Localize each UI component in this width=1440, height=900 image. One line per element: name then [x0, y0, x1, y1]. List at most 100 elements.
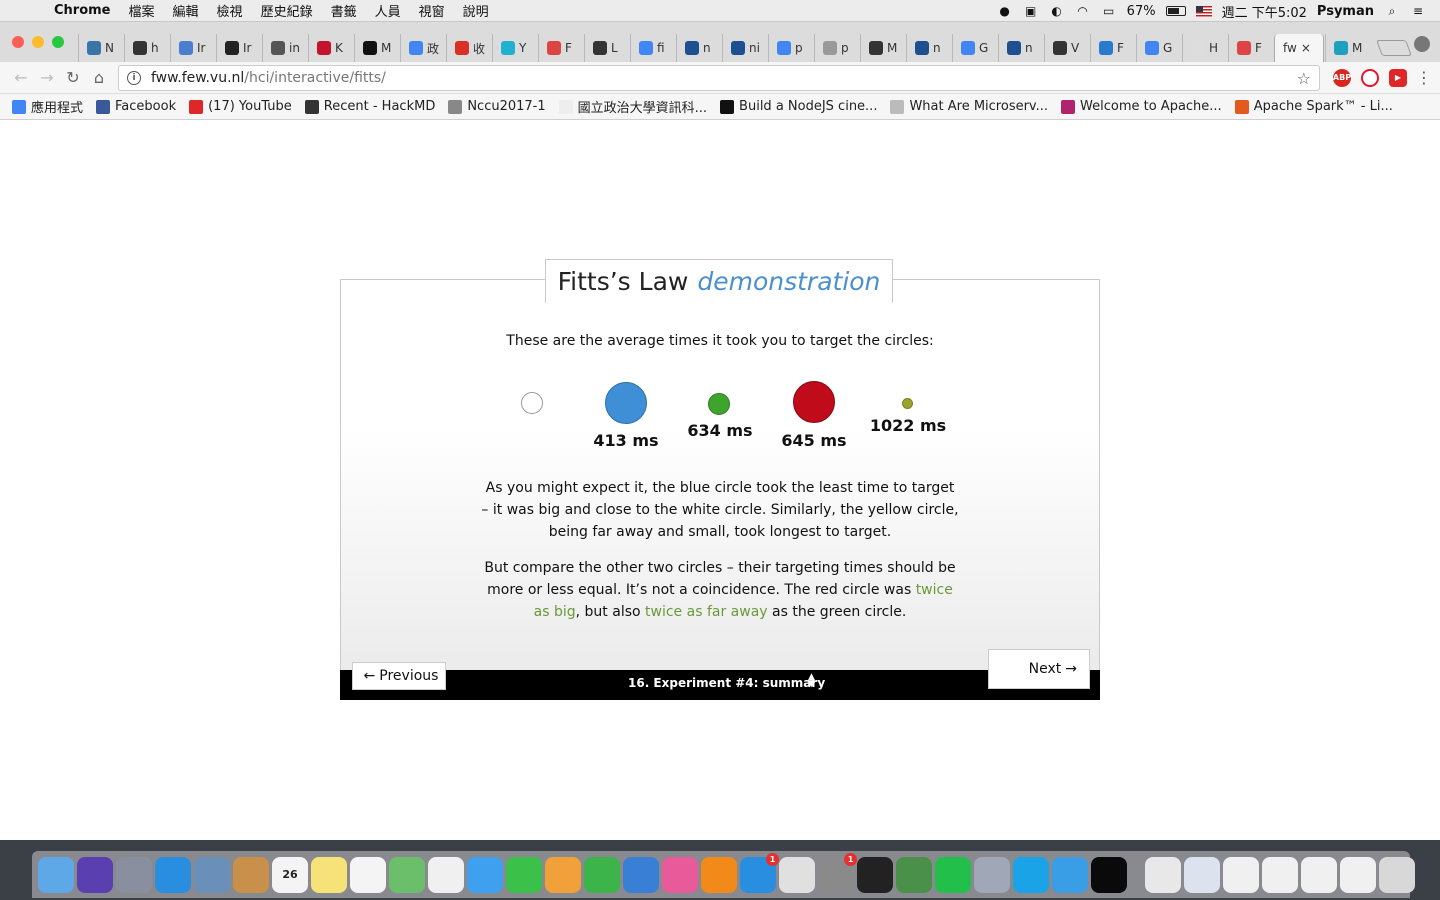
browser-tab[interactable]: h: [124, 34, 169, 62]
safari-icon[interactable]: [155, 856, 191, 893]
bookmark-star-icon[interactable]: ☆: [1297, 69, 1311, 88]
docker-icon[interactable]: [1052, 856, 1088, 893]
fullscreen-window-button[interactable]: [52, 36, 64, 48]
previous-button[interactable]: ← Previous: [352, 662, 446, 690]
browser-tab[interactable]: ni: [722, 34, 767, 62]
browser-tab[interactable]: M: [1325, 34, 1370, 62]
step-selector[interactable]: 16. Experiment #4: summary: [628, 676, 825, 690]
menu-app-name[interactable]: Chrome: [54, 3, 111, 18]
reload-button[interactable]: ↻: [60, 65, 86, 91]
bookmark-item[interactable]: What Are Microserv...: [890, 99, 1048, 114]
menu-file[interactable]: 檔案: [129, 1, 155, 20]
menu-view[interactable]: 檢視: [217, 1, 243, 20]
menu-history[interactable]: 歷史紀錄: [261, 1, 313, 20]
downloads-stack-icon[interactable]: [1184, 856, 1220, 893]
profile-avatar-icon[interactable]: [1414, 36, 1430, 52]
image-capture-icon[interactable]: [974, 856, 1010, 893]
browser-tab[interactable]: L: [584, 34, 629, 62]
address-bar[interactable]: i fww.few.vu.nl/hci/interactive/fitts/ ☆: [118, 64, 1320, 91]
user-name[interactable]: Psyman: [1317, 4, 1374, 19]
step-selector-arrows-icon[interactable]: ▲ ▼: [808, 673, 815, 689]
airplay-icon[interactable]: ▭: [1101, 4, 1117, 18]
calendar-icon[interactable]: 26: [272, 856, 308, 893]
site-info-icon[interactable]: i: [127, 70, 141, 85]
browser-tab[interactable]: n: [676, 34, 721, 62]
menu-bookmarks[interactable]: 書籤: [331, 1, 357, 20]
wifi-icon[interactable]: ◠: [1075, 4, 1091, 18]
adblock-plus-extension-icon[interactable]: ABP: [1333, 68, 1351, 87]
messages-icon[interactable]: [467, 856, 503, 893]
opera-extension-icon[interactable]: [1361, 68, 1379, 87]
android-studio-icon[interactable]: [896, 856, 932, 893]
keynote-icon[interactable]: [623, 856, 659, 893]
bookmark-item[interactable]: (17) YouTube: [189, 99, 292, 114]
line-status-icon[interactable]: ●: [997, 4, 1013, 18]
mail-stamp-icon[interactable]: [194, 856, 230, 893]
window-thumb-icon[interactable]: [1340, 856, 1376, 893]
browser-tab[interactable]: n: [906, 34, 951, 62]
next-button[interactable]: Next →: [988, 649, 1090, 689]
siri-icon[interactable]: [77, 856, 113, 893]
battery-icon[interactable]: [1165, 6, 1186, 16]
browser-tab[interactable]: V: [1044, 34, 1089, 62]
bookmark-item[interactable]: Recent - HackMD: [304, 99, 435, 114]
skype-icon[interactable]: [1013, 856, 1049, 893]
browser-tab[interactable]: fi: [630, 34, 675, 62]
itunes-icon[interactable]: [662, 856, 698, 893]
forward-button[interactable]: →: [34, 65, 60, 91]
bookmark-item[interactable]: Build a NodeJS cine...: [720, 99, 877, 114]
window-thumb-icon[interactable]: [1223, 856, 1259, 893]
minimize-window-button[interactable]: [32, 36, 44, 48]
browser-tab[interactable]: p: [768, 34, 813, 62]
bookmark-item[interactable]: 國立政治大學資訊科...: [558, 97, 707, 116]
ibooks-icon[interactable]: [701, 856, 737, 893]
browser-tab[interactable]: N: [78, 34, 123, 62]
menu-window[interactable]: 視窗: [419, 1, 445, 20]
browser-tab[interactable]: 政: [400, 34, 445, 62]
window-thumb-icon[interactable]: [1301, 856, 1337, 893]
numbers-icon[interactable]: [584, 856, 620, 893]
spotlight-search-icon[interactable]: ⌕: [1384, 4, 1400, 18]
close-window-button[interactable]: [12, 36, 24, 48]
browser-tab[interactable]: F: [1228, 34, 1273, 62]
browser-tab[interactable]: G: [952, 34, 997, 62]
sync-status-icon[interactable]: ◐: [1049, 4, 1065, 18]
browser-tab[interactable]: Y: [492, 34, 537, 62]
photos-icon[interactable]: [428, 856, 464, 893]
maps-icon[interactable]: [389, 856, 425, 893]
browser-tab[interactable]: Ir: [170, 34, 215, 62]
notification-center-icon[interactable]: ≡: [1410, 4, 1426, 18]
documents-icon[interactable]: [1145, 856, 1181, 893]
browser-tab[interactable]: 收: [446, 34, 491, 62]
reminders-icon[interactable]: [350, 856, 386, 893]
trash-icon[interactable]: [1379, 856, 1415, 893]
home-button[interactable]: ⌂: [86, 65, 112, 91]
browser-tab[interactable]: G: [1136, 34, 1181, 62]
browser-tab[interactable]: M: [860, 34, 905, 62]
system-preferences-icon[interactable]: 1: [818, 852, 857, 893]
chrome-icon[interactable]: [779, 856, 815, 893]
launchpad-icon[interactable]: [116, 856, 152, 893]
browser-tab[interactable]: in: [262, 34, 307, 62]
browser-tab[interactable]: Ir: [216, 34, 261, 62]
bookmark-item[interactable]: 應用程式: [12, 97, 83, 116]
input-source-flag-icon[interactable]: [1195, 5, 1212, 17]
cloud-app-icon[interactable]: [1091, 856, 1127, 893]
browser-tab[interactable]: n: [998, 34, 1043, 62]
bookmark-item[interactable]: Welcome to Apache...: [1061, 99, 1222, 114]
finder-icon[interactable]: [38, 856, 74, 893]
new-tab-button[interactable]: [1376, 40, 1412, 56]
notes-icon[interactable]: [311, 856, 347, 893]
browser-tab[interactable]: H: [1182, 34, 1227, 62]
browser-tab[interactable]: p: [814, 34, 859, 62]
contacts-icon[interactable]: [233, 856, 269, 893]
menu-people[interactable]: 人員: [375, 1, 401, 20]
window-thumb-icon[interactable]: [1262, 856, 1298, 893]
line-icon[interactable]: [935, 856, 971, 893]
browser-tab[interactable]: K: [308, 34, 353, 62]
tab-active[interactable]: fw ×: [1274, 34, 1324, 62]
bookmark-item[interactable]: Nccu2017-1: [448, 99, 546, 114]
terminal-icon[interactable]: [857, 856, 893, 893]
browser-tab[interactable]: M: [354, 34, 399, 62]
back-button[interactable]: ←: [8, 65, 34, 91]
